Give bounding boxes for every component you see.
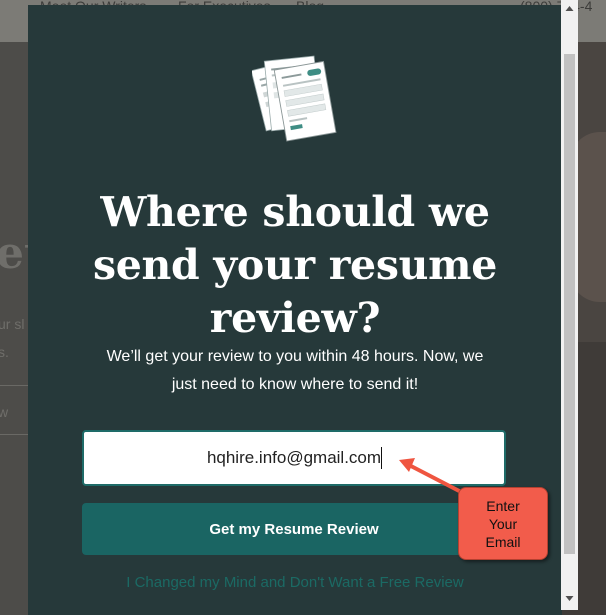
annotation-line: Email — [485, 534, 521, 550]
annotation-callout: Enter Your Email — [458, 487, 548, 560]
background-hero-text: et ur sl s. w — [0, 42, 44, 615]
modal-title-line: send your resume — [92, 241, 498, 289]
hero-text-fragment: s. — [0, 344, 9, 360]
scrollbar-thumb[interactable] — [564, 54, 575, 554]
hero-button-fragment: w — [0, 404, 9, 420]
decline-free-review-link[interactable]: I Changed my Mind and Don't Want a Free … — [28, 574, 562, 591]
modal-title-line: Where should we — [100, 188, 490, 236]
divider — [0, 385, 30, 386]
modal-subtitle: We’ll get your review to you within 48 h… — [60, 343, 530, 399]
modal-subtitle-line: We’ll get your review to you within 48 h… — [106, 348, 484, 365]
modal-subtitle-line: just need to know where to send it! — [171, 376, 419, 393]
text-caret — [381, 447, 382, 469]
resume-documents-icon — [252, 55, 337, 142]
modal-title-line: review? — [209, 294, 381, 342]
hero-text-fragment: ur sl — [0, 316, 25, 332]
divider — [0, 434, 30, 435]
scroll-up-arrow-icon[interactable] — [561, 0, 578, 17]
scroll-down-arrow-icon[interactable] — [561, 590, 578, 607]
get-resume-review-button[interactable]: Get my Resume Review — [82, 503, 506, 555]
modal-title: Where should we send your resume review? — [28, 186, 562, 345]
annotation-line: Enter — [486, 498, 520, 514]
annotation-line: Your — [488, 516, 518, 532]
scrollbar[interactable] — [561, 0, 578, 610]
